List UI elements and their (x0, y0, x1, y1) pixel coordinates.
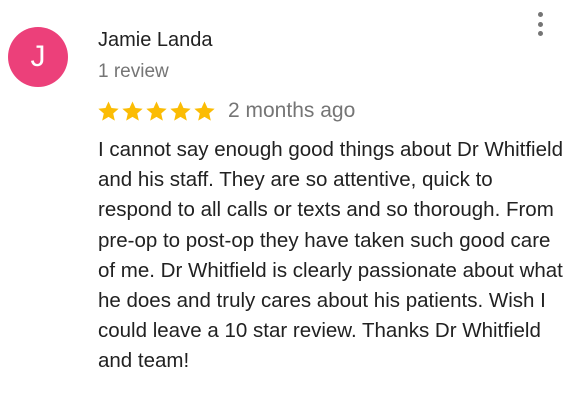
more-options-button[interactable] (526, 9, 554, 39)
rating-row: 2 months ago (97, 95, 355, 127)
avatar-letter: J (30, 40, 46, 73)
more-vertical-icon (537, 21, 543, 27)
star-rating (97, 100, 217, 123)
review-time: 2 months ago (228, 99, 356, 122)
review-count: 1 review (98, 61, 169, 82)
more-vertical-icon (537, 31, 543, 36)
more-vertical-icon (537, 12, 543, 17)
star-icon (98, 100, 119, 121)
star-icon (146, 100, 167, 121)
star-icon (194, 100, 215, 121)
star-icon (170, 100, 191, 121)
reviewer-name[interactable]: Jamie Landa (98, 27, 213, 53)
avatar[interactable]: J (8, 27, 68, 87)
review-card: J Jamie Landa 1 review 2 months ago I ca… (0, 0, 573, 416)
review-text: I cannot say enough good things about Dr… (98, 138, 563, 373)
star-icon (122, 100, 143, 121)
